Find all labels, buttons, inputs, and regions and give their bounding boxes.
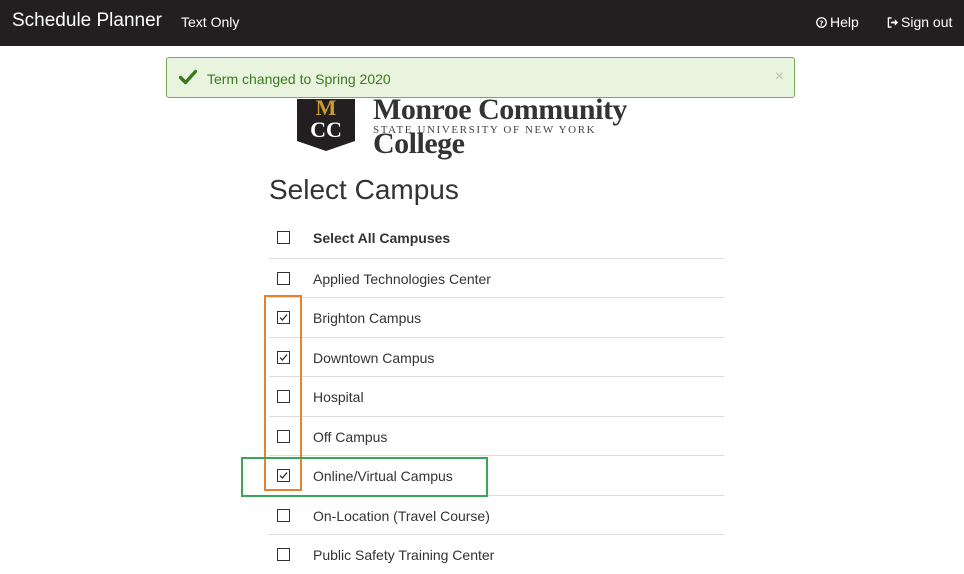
campus-label: Downtown Campus (313, 349, 435, 366)
campus-checkbox[interactable] (277, 271, 290, 285)
checkmark-icon (279, 472, 288, 479)
svg-text:?: ? (819, 18, 823, 27)
campus-checkbox[interactable] (277, 508, 290, 522)
question-circle-icon: ? (816, 16, 827, 28)
term-changed-alert: Term changed to Spring 2020 × (166, 57, 795, 98)
campus-checkbox[interactable] (277, 429, 290, 443)
page-title: Select Campus (269, 174, 459, 205)
campus-row[interactable]: Public Safety Training Center (269, 534, 724, 574)
campus-label: Hospital (313, 389, 364, 405)
college-logo: M CC Monroe Community College STATE UNIV… (297, 93, 707, 160)
college-subtitle: STATE UNIVERSITY OF NEW YORK (373, 124, 597, 136)
campus-label: Applied Technologies Center (313, 270, 491, 287)
help-link[interactable]: ? Help (816, 13, 859, 31)
campus-checkbox[interactable] (277, 311, 290, 324)
campus-row[interactable]: Off Campus (269, 415, 724, 456)
text-only-link[interactable]: Text Only (181, 13, 239, 31)
campus-checkbox[interactable] (277, 469, 290, 482)
campus-list: Select All Campuses Applied Technologies… (269, 218, 724, 574)
campus-row[interactable]: Online/Virtual Campus (269, 455, 724, 495)
svg-text:CC: CC (310, 117, 342, 142)
select-all-checkbox[interactable] (277, 231, 290, 244)
top-navbar: Schedule Planner Text Only ? Help Sign o… (0, 0, 964, 46)
campus-checkbox[interactable] (277, 350, 290, 364)
campus-row[interactable]: Hospital (269, 376, 724, 416)
campus-label: On-Location (Travel Course) (313, 507, 490, 524)
campus-row[interactable]: On-Location (Travel Course) (269, 494, 724, 535)
campus-label: Brighton Campus (313, 310, 422, 326)
sign-out-icon (887, 16, 899, 28)
sign-out-label: Sign out (901, 14, 953, 30)
alert-message: Term changed to Spring 2020 (207, 71, 391, 87)
select-all-label: Select All Campuses (313, 230, 451, 246)
brand-link[interactable]: Schedule Planner (12, 10, 162, 32)
campus-row[interactable]: Applied Technologies Center (269, 257, 724, 298)
campus-label: Online/Virtual Campus (313, 468, 453, 484)
campus-checkbox[interactable] (277, 390, 290, 403)
campus-label: Off Campus (313, 428, 388, 445)
campus-row[interactable]: Brighton Campus (269, 297, 724, 337)
sign-out-link[interactable]: Sign out (887, 13, 952, 31)
check-icon (178, 69, 198, 85)
checkmark-icon (279, 353, 288, 361)
campus-label: Public Safety Training Center (313, 547, 495, 563)
alert-close-button[interactable]: × (775, 68, 784, 86)
checkmark-icon (279, 314, 288, 321)
select-all-row[interactable]: Select All Campuses (269, 218, 724, 258)
help-label: Help (830, 14, 859, 30)
mcc-shield-logo: M CC (297, 95, 355, 151)
campus-row[interactable]: Downtown Campus (269, 336, 724, 377)
campus-checkbox[interactable] (277, 548, 290, 561)
